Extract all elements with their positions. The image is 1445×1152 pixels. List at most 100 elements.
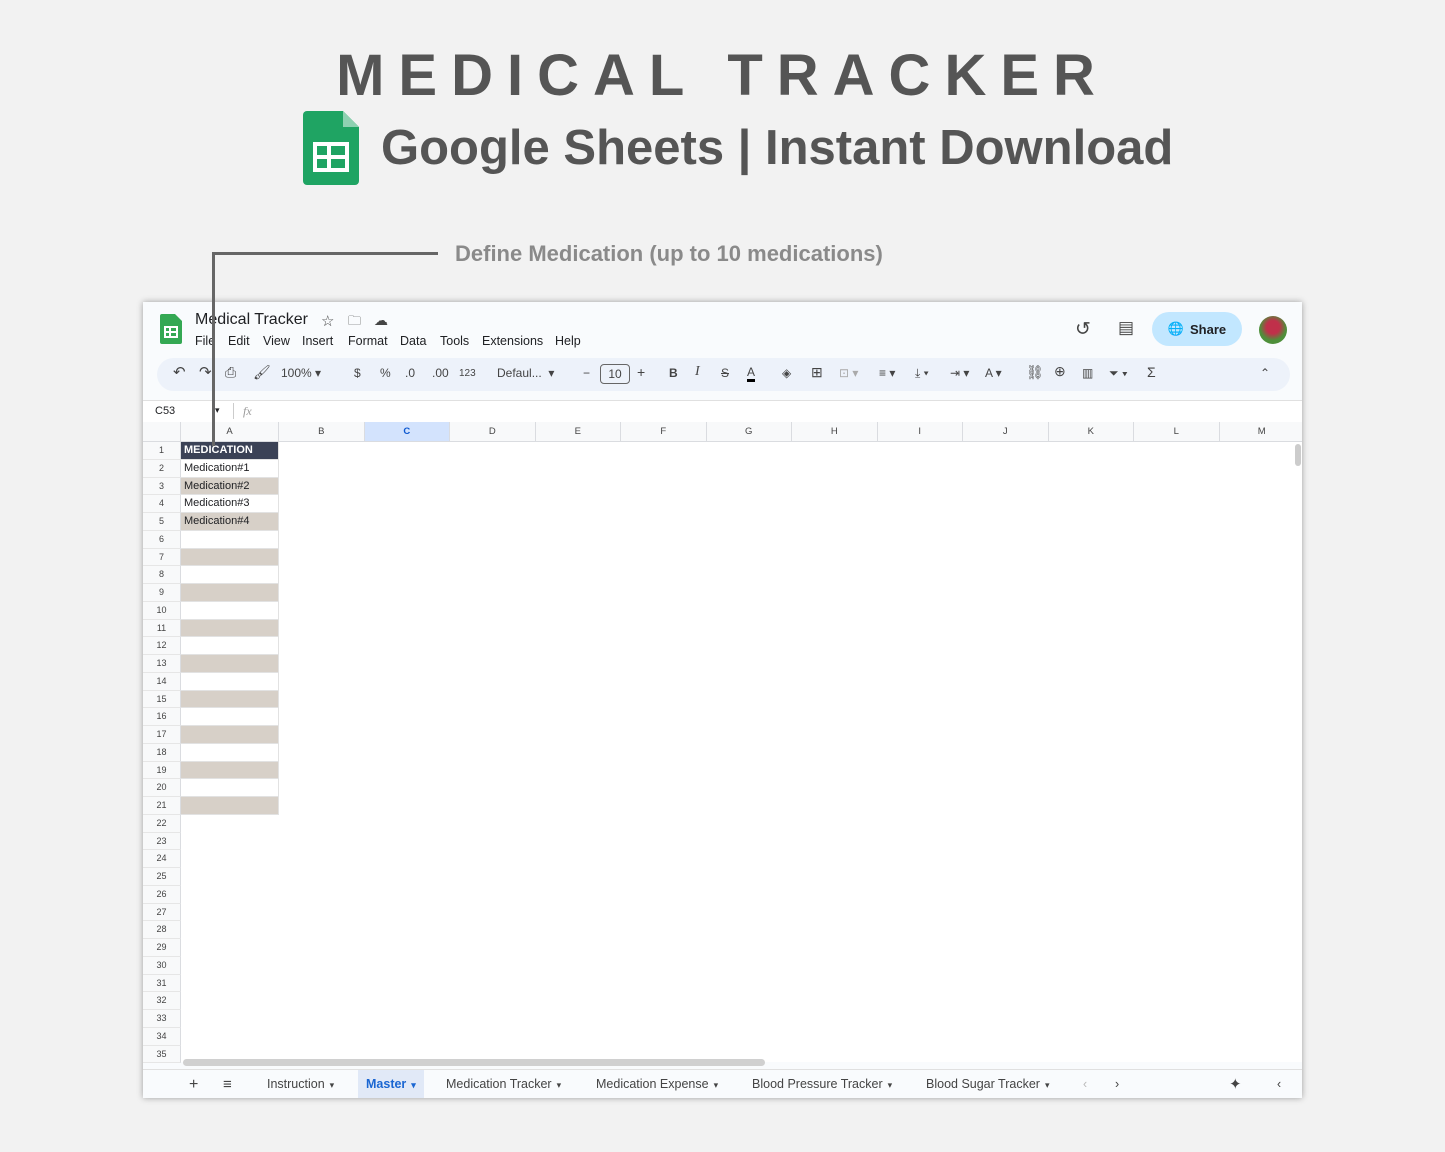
cell-A16[interactable] [181, 708, 279, 726]
zoom-select[interactable]: 100% ▾ [281, 366, 321, 380]
row-header[interactable]: 33 [143, 1010, 181, 1028]
italic-icon[interactable]: I [695, 364, 700, 380]
cell-A7[interactable] [181, 548, 279, 567]
strikethrough-icon[interactable]: S [721, 366, 729, 380]
name-box-dropdown-icon[interactable]: ▾ [215, 405, 220, 416]
tab-medication-tracker[interactable]: Medication Tracker ▾ [438, 1070, 569, 1098]
cell-A4[interactable]: Medication#3 [181, 495, 279, 513]
decrease-decimal-button[interactable]: .0 [405, 366, 415, 380]
row-header[interactable]: 4 [143, 495, 181, 513]
add-sheet-icon[interactable]: + [181, 1070, 206, 1098]
cloud-status-icon[interactable]: ☁ [374, 312, 388, 329]
column-header-E[interactable]: E [535, 422, 621, 442]
cell-A3[interactable]: Medication#2 [181, 477, 279, 496]
menu-data[interactable]: Data [400, 334, 426, 348]
text-wrap-icon[interactable]: ⇥ ▾ [950, 366, 969, 380]
spreadsheet-grid[interactable]: A B C D E F G H I J K L M 1 MEDICATION 2 Medication#1 3 Me… [143, 422, 1302, 1064]
side-panel-toggle-icon[interactable]: ‹ [1269, 1070, 1289, 1098]
all-sheets-icon[interactable]: ≡ [215, 1070, 240, 1098]
more-formats-button[interactable]: 123 [459, 368, 476, 379]
cell-A12[interactable] [181, 637, 279, 655]
row-header[interactable]: 16 [143, 708, 181, 726]
tab-master[interactable]: Master ▾ [358, 1070, 424, 1098]
horizontal-scrollbar[interactable] [183, 1059, 765, 1066]
row-header[interactable]: 27 [143, 903, 181, 922]
tab-menu-icon[interactable]: ▾ [1040, 1080, 1050, 1090]
horizontal-align-icon[interactable]: ≡ ▾ [879, 366, 895, 380]
menu-format[interactable]: Format [348, 334, 388, 348]
row-header[interactable]: 7 [143, 548, 181, 567]
explore-icon[interactable]: ✦ [1221, 1070, 1250, 1098]
move-folder-icon[interactable]: 🗀 [348, 312, 361, 334]
row-header[interactable]: 8 [143, 566, 181, 584]
cell-A14[interactable] [181, 672, 279, 691]
row-header[interactable]: 31 [143, 974, 181, 993]
cell-A5[interactable]: Medication#4 [181, 513, 279, 531]
increase-decimal-button[interactable]: .00 [432, 366, 449, 380]
borders-icon[interactable]: ⊞ [811, 364, 823, 381]
row-header[interactable]: 2 [143, 459, 181, 478]
row-header[interactable]: 23 [143, 832, 181, 851]
sheets-app-icon[interactable] [160, 314, 182, 344]
row-header[interactable]: 25 [143, 868, 181, 886]
row-header[interactable]: 18 [143, 743, 181, 762]
tab-menu-icon[interactable]: ▾ [325, 1080, 335, 1090]
paint-format-icon[interactable]: 🖌 [253, 364, 271, 381]
version-history-icon[interactable]: ↺ [1075, 318, 1091, 341]
column-header-K[interactable]: K [1048, 422, 1134, 442]
merge-cells-icon[interactable]: ⊡ ▾ [839, 366, 858, 380]
name-box[interactable]: C53 [155, 405, 175, 417]
menu-tools[interactable]: Tools [440, 334, 469, 348]
column-header-L[interactable]: L [1134, 422, 1220, 442]
row-header[interactable]: 5 [143, 513, 181, 531]
row-header[interactable]: 32 [143, 992, 181, 1010]
cell-A11[interactable] [181, 619, 279, 638]
star-icon[interactable]: ☆ [321, 312, 334, 330]
tab-blood-sugar-tracker[interactable]: Blood Sugar Tracker ▾ [918, 1070, 1057, 1098]
menu-edit[interactable]: Edit [228, 334, 250, 348]
cell-A10[interactable] [181, 601, 279, 620]
filter-icon[interactable]: ⏷ ▾ [1109, 366, 1128, 381]
cell-A6[interactable] [181, 530, 279, 549]
row-header[interactable]: 14 [143, 672, 181, 691]
cell-A15[interactable] [181, 690, 279, 709]
column-header-B[interactable]: B [279, 422, 365, 442]
menu-help[interactable]: Help [555, 334, 581, 348]
tab-menu-icon[interactable]: ▾ [709, 1080, 719, 1090]
decrease-font-size-icon[interactable]: − [583, 366, 590, 380]
insert-chart-icon[interactable]: ▥ [1082, 366, 1093, 380]
row-header[interactable]: 15 [143, 690, 181, 709]
scroll-tabs-left-icon[interactable]: ‹ [1075, 1070, 1095, 1098]
vertical-scrollbar[interactable] [1295, 444, 1301, 466]
select-all-corner[interactable] [143, 422, 181, 442]
column-header-H[interactable]: H [792, 422, 878, 442]
cell-A9[interactable] [181, 584, 279, 602]
percent-button[interactable]: % [380, 366, 391, 380]
text-rotation-icon[interactable]: A ▾ [985, 366, 1002, 380]
bold-icon[interactable]: B [669, 366, 678, 380]
column-header-C[interactable]: C [364, 422, 450, 442]
row-header[interactable]: 11 [143, 619, 181, 638]
link-icon[interactable]: ⛓ [1026, 364, 1044, 381]
collapse-toolbar-icon[interactable]: ⌃ [1260, 366, 1270, 380]
cell-A19[interactable] [181, 761, 279, 780]
column-header-J[interactable]: J [963, 422, 1049, 442]
row-header[interactable]: 22 [143, 814, 181, 833]
row-header[interactable]: 1 [143, 442, 181, 460]
text-color-icon[interactable]: A [747, 366, 756, 382]
share-button[interactable]: 🌐 Share [1152, 312, 1242, 346]
cell-A8[interactable] [181, 566, 279, 584]
cell-A13[interactable] [181, 655, 279, 673]
tab-instruction[interactable]: Instruction ▾ [259, 1070, 342, 1098]
avatar[interactable] [1259, 316, 1287, 344]
cell-A21[interactable] [181, 797, 279, 815]
scroll-tabs-right-icon[interactable]: › [1107, 1070, 1127, 1098]
row-header[interactable]: 10 [143, 601, 181, 620]
undo-icon[interactable]: ↶ [173, 363, 186, 381]
row-header[interactable]: 9 [143, 584, 181, 602]
row-header[interactable]: 12 [143, 637, 181, 655]
redo-icon[interactable]: ↷ [199, 363, 212, 381]
comments-icon[interactable]: ▤ [1118, 318, 1134, 338]
cell-A17[interactable] [181, 726, 279, 744]
column-header-I[interactable]: I [877, 422, 963, 442]
